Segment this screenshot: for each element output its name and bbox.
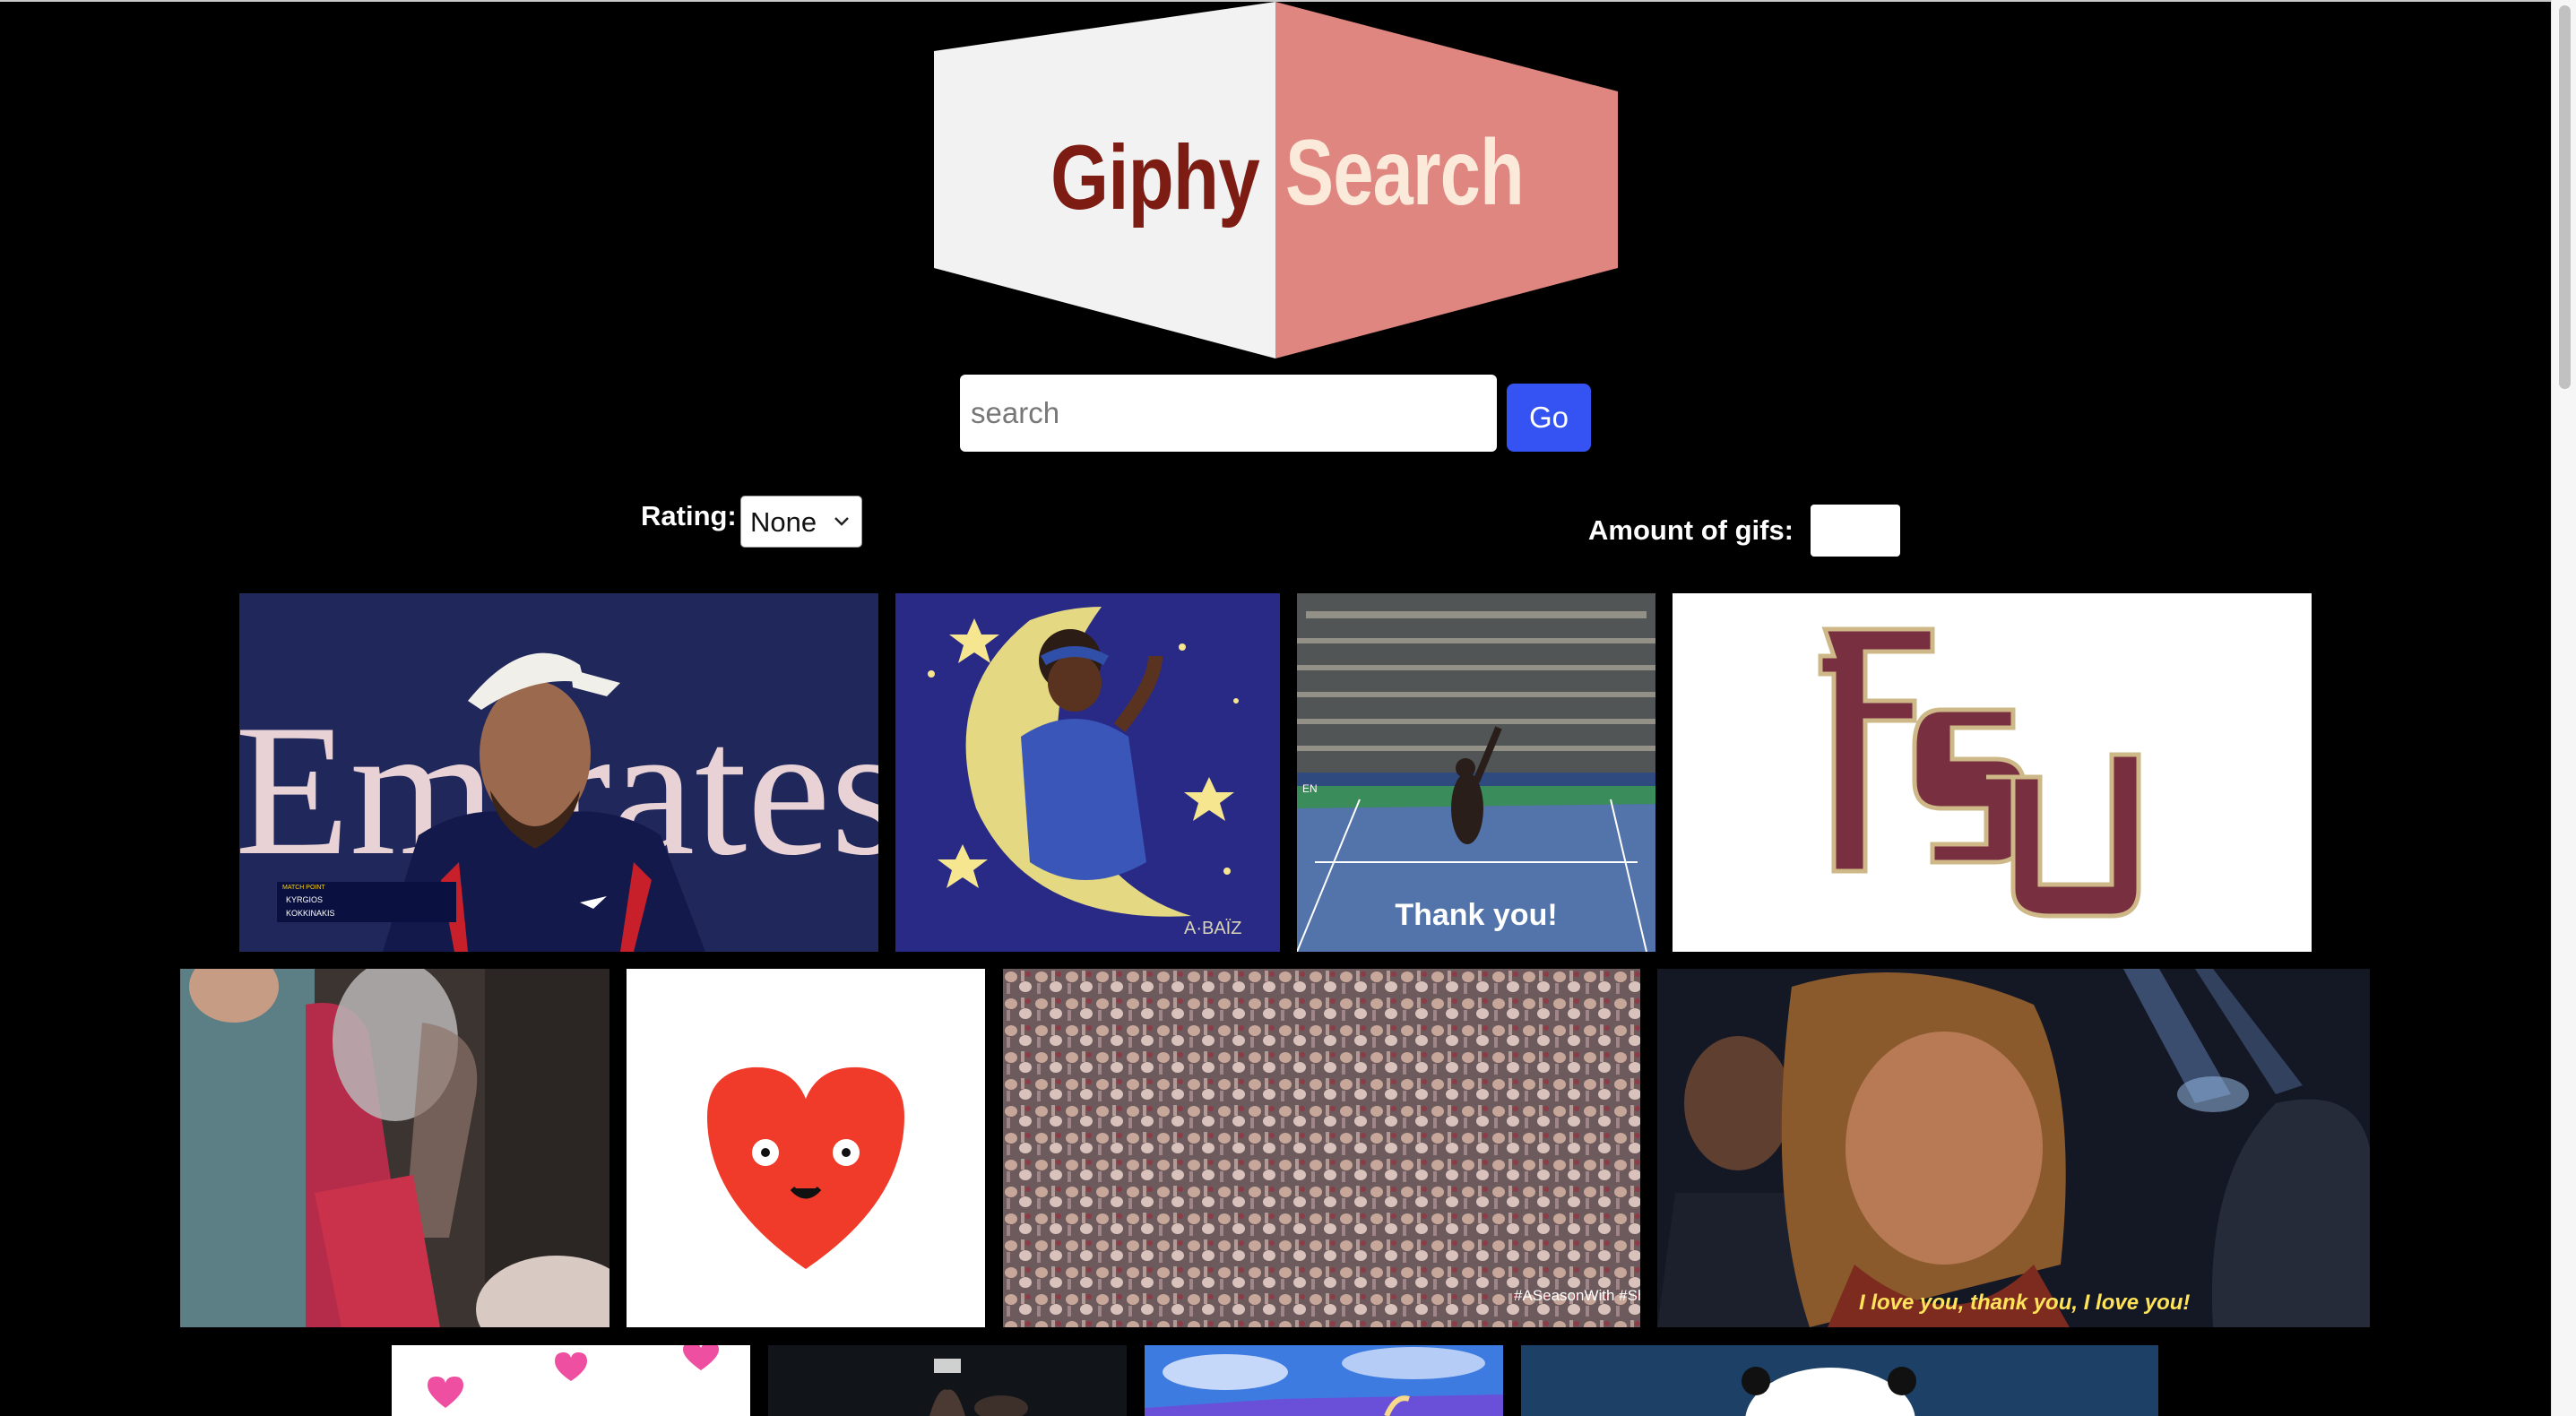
scrollbar-thumb[interactable]: [2559, 5, 2571, 389]
artist-signature: A·BAÏZ: [1184, 919, 1241, 938]
rating-selected-value: None: [750, 506, 817, 538]
gif-image: [768, 1345, 1127, 1416]
scoreboard-header: MATCH POINT: [282, 885, 325, 891]
gif-tile-girl-dancing[interactable]: [180, 969, 609, 1327]
rating-label: Rating:: [641, 500, 737, 531]
gif-tile-concert-hands[interactable]: [768, 1345, 1127, 1416]
court-sign: EN: [1302, 782, 1318, 795]
search-input[interactable]: [960, 375, 1497, 452]
gif-image: A·BAÏZ: [895, 593, 1280, 952]
chevron-down-icon: [834, 517, 849, 526]
gif-tile-awards-woman[interactable]: I love you, thank you, I love you!: [1657, 969, 2370, 1327]
amount-of-gifs-label: Amount of gifs:: [1588, 514, 1794, 546]
gif-tile-stadium-crowd[interactable]: #ASeasonWith #Showtime: [1003, 969, 1640, 1327]
gif-image: [1673, 593, 2312, 952]
logo-word-giphy: Giphy: [1050, 126, 1260, 229]
gif-tile-blue-sky[interactable]: [1145, 1345, 1503, 1416]
giphy-search-logo: Giphy Search: [934, 2, 1618, 358]
go-button[interactable]: Go: [1507, 384, 1591, 452]
gif-image: Emirates Air MATCH POINT KYRGIOS KOKKINA…: [239, 593, 878, 952]
gif-image: #ASeasonWith #Showtime: [1003, 969, 1640, 1327]
amount-of-gifs-input[interactable]: [1811, 505, 1900, 557]
page: Giphy Search Go Rating: None Amount of g…: [0, 0, 2576, 1416]
gif-tile-panda[interactable]: [1521, 1345, 2158, 1416]
gif-tile-tennis-player[interactable]: Emirates Air MATCH POINT KYRGIOS KOKKINA…: [239, 593, 878, 952]
gif-image: [1521, 1345, 2158, 1416]
gif-image: I love you, thank you, I love you!: [1657, 969, 2370, 1327]
gif-tile-pink-hearts[interactable]: [392, 1345, 750, 1416]
vertical-scrollbar[interactable]: [2551, 0, 2576, 1416]
gif-image: [180, 969, 609, 1327]
gif-caption-thank-you: Thank you!: [1395, 898, 1557, 932]
gif-image: [1145, 1345, 1503, 1416]
scoreboard-player1: KYRGIOS: [286, 895, 323, 904]
gif-caption-love: I love you, thank you, I love you!: [1859, 1291, 2190, 1315]
gif-tile-red-heart[interactable]: [627, 969, 985, 1327]
gif-tile-fsu-logo[interactable]: [1673, 593, 2312, 952]
gif-image: [392, 1345, 750, 1416]
rating-select[interactable]: None: [740, 496, 862, 548]
gif-tile-moon-girl[interactable]: A·BAÏZ: [895, 593, 1280, 952]
gif-image: [627, 969, 985, 1327]
gif-tile-thank-you[interactable]: EN Thank you!: [1297, 593, 1655, 952]
logo-word-search: Search: [1285, 121, 1525, 225]
gif-image: EN Thank you!: [1297, 593, 1655, 952]
gif-caption-hashtags: #ASeasonWith #Showtime: [1514, 1287, 1640, 1304]
scoreboard-player2: KOKKINAKIS: [286, 909, 335, 918]
